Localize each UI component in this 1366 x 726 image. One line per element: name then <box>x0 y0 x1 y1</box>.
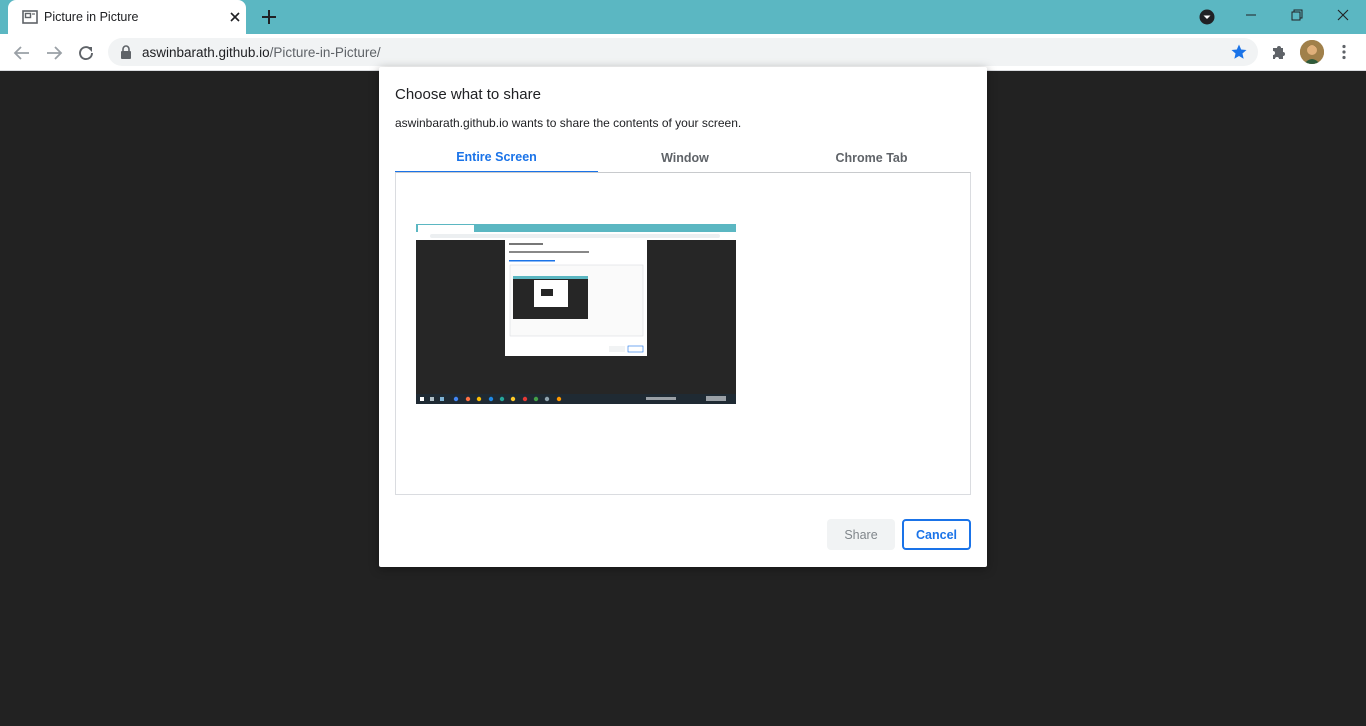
tab-entire-screen[interactable]: Entire Screen <box>395 143 598 173</box>
tab-chrome-tab[interactable]: Chrome Tab <box>772 143 971 173</box>
reload-icon[interactable] <box>75 42 97 64</box>
profile-picture-icon <box>1300 40 1324 64</box>
lock-icon <box>121 45 131 59</box>
window-close-icon[interactable] <box>1328 4 1358 26</box>
forward-arrow-icon[interactable] <box>43 42 65 64</box>
source-list <box>395 172 971 495</box>
tab-window[interactable]: Window <box>598 143 772 173</box>
browser-toolbar: aswinbarath.github.io/Picture-in-Picture… <box>0 34 1366 71</box>
picture-in-picture-icon <box>22 10 38 24</box>
star-icon[interactable] <box>1230 43 1248 61</box>
tab-title: Picture in Picture <box>44 10 139 24</box>
url-path: /Picture-in-Picture/ <box>269 45 381 60</box>
tab-strip: Picture in Picture <box>0 0 1366 34</box>
dialog-description: aswinbarath.github.io wants to share the… <box>395 116 742 130</box>
browser-tab[interactable]: Picture in Picture <box>8 0 246 34</box>
share-button[interactable]: Share <box>827 519 895 550</box>
screen-preview-image <box>416 224 736 404</box>
share-dialog: Choose what to share aswinbarath.github.… <box>379 67 987 567</box>
plus-icon[interactable] <box>260 8 278 26</box>
close-icon[interactable] <box>227 9 243 25</box>
address-bar[interactable]: aswinbarath.github.io/Picture-in-Picture… <box>108 38 1258 66</box>
minimize-icon[interactable] <box>1236 4 1266 26</box>
chevron-down-icon[interactable] <box>1199 9 1215 25</box>
back-arrow-icon[interactable] <box>11 42 33 64</box>
share-source-tabs: Entire Screen Window Chrome Tab <box>395 143 971 173</box>
dialog-title: Choose what to share <box>395 86 541 103</box>
puzzle-icon[interactable] <box>1270 43 1288 61</box>
avatar[interactable] <box>1300 40 1324 64</box>
url-text: aswinbarath.github.io/Picture-in-Picture… <box>142 45 381 60</box>
restore-icon[interactable] <box>1282 4 1312 26</box>
screen-thumbnail[interactable] <box>416 224 736 404</box>
more-vert-icon[interactable] <box>1335 43 1353 61</box>
url-host: aswinbarath.github.io <box>142 45 270 60</box>
cancel-button[interactable]: Cancel <box>902 519 971 550</box>
